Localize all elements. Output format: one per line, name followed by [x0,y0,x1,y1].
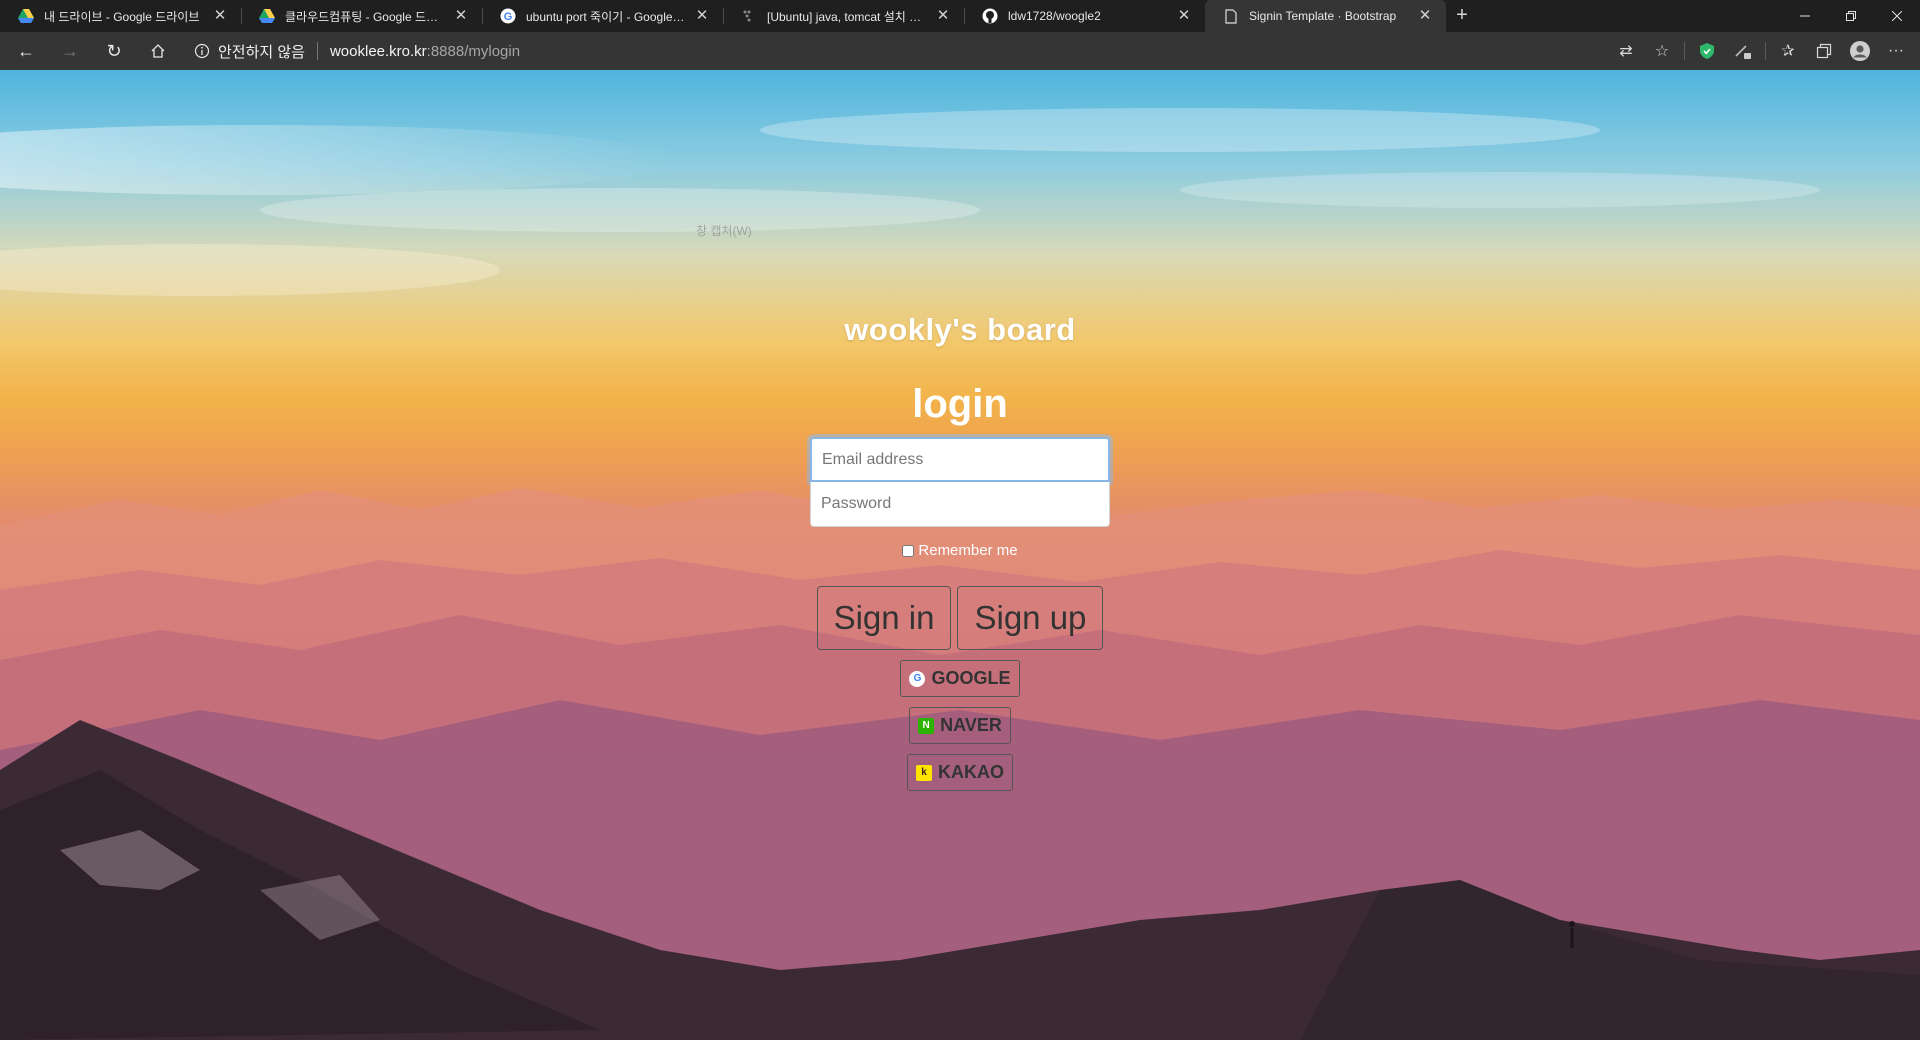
more-icon: ··· [1888,42,1904,59]
toolbar-actions: ⇄ ☆ ✰ ··· [1608,35,1914,67]
google-drive-icon [259,8,275,24]
remember-me[interactable]: Remember me [0,542,1920,559]
divider [316,42,318,60]
avatar [1850,41,1870,61]
close-icon [1892,11,1902,21]
home-icon [151,44,165,58]
tab-title: 클라우드컴퓨팅 - Google 드라이브 [285,9,446,24]
minimize-button[interactable] [1782,0,1828,32]
tab-signin-template[interactable]: Signin Template · Bootstrap ✕ [1205,0,1446,32]
settings-menu-button[interactable]: ··· [1878,35,1914,67]
kakao-login-button[interactable]: k KAKAO [907,754,1013,791]
site-brand: wookly's board [844,312,1076,347]
translate-icon: ⇄ [1619,43,1633,60]
profile-button[interactable] [1842,35,1878,67]
remember-me-label: Remember me [918,542,1018,559]
favorite-button[interactable]: ☆ [1644,35,1680,67]
google-drive-icon [18,8,34,24]
page-title: login [912,382,1008,426]
close-icon[interactable]: ✕ [452,7,470,25]
home-button[interactable] [140,35,176,67]
address-bar[interactable]: 안전하지 않음 wooklee.kro.kr:8888/mylogin [194,36,1608,66]
sign-up-button[interactable]: Sign up [957,586,1104,650]
divider [1765,42,1766,60]
refresh-icon: ↻ [106,40,122,61]
info-icon[interactable] [194,43,210,59]
close-icon[interactable]: ✕ [693,7,711,25]
password-field[interactable] [810,482,1110,527]
page-icon [1223,8,1239,24]
forward-arrow-icon: → [61,40,79,61]
tab-strip: 내 드라이브 - Google 드라이브 ✕ 클라우드컴퓨팅 - Google … [0,0,1920,32]
blog-icon [741,8,757,24]
security-status[interactable]: 안전하지 않음 [218,41,305,62]
google-icon: G [500,8,516,24]
close-icon[interactable]: ✕ [211,7,229,25]
close-icon[interactable]: ✕ [1175,7,1193,25]
close-icon[interactable]: ✕ [934,7,952,25]
sign-in-button[interactable]: Sign in [816,586,952,650]
tab-google-drive[interactable]: 내 드라이브 - Google 드라이브 ✕ [0,0,241,32]
star-icon: ☆ [1654,43,1670,60]
naver-login-button[interactable]: N NAVER [909,707,1011,744]
window-controls [1782,0,1920,32]
restore-icon [1846,11,1856,21]
extension-button[interactable] [1725,35,1761,67]
url-host: wooklee.kro.kr [329,42,427,60]
minimize-icon [1800,15,1810,17]
tab-github[interactable]: ldw1728/woogle2 ✕ [964,0,1205,32]
google-icon: G [909,670,926,687]
new-tab-button[interactable]: + [1446,0,1478,32]
kakao-login-label: KAKAO [938,762,1004,782]
google-login-button[interactable]: G GOOGLE [900,660,1020,697]
extension-icon [1735,45,1751,59]
collections-button[interactable] [1806,35,1842,67]
restore-button[interactable] [1828,0,1874,32]
back-button[interactable]: ← [8,35,44,67]
google-login-row: G GOOGLE [0,660,1920,697]
close-window-button[interactable] [1874,0,1920,32]
back-arrow-icon: ← [17,40,35,61]
tab-title: [Ubuntu] java, tomcat 설치 및 환경 [767,9,928,24]
naver-login-row: N NAVER [0,707,1920,744]
extension-shield-button[interactable] [1689,35,1725,67]
translate-button[interactable]: ⇄ [1608,35,1644,67]
svg-text:G: G [504,11,513,23]
shield-icon [1700,43,1714,59]
capture-hint: 창 캡처(W) [696,224,752,238]
refresh-button[interactable]: ↻ [96,35,132,67]
tab-title: ldw1728/woogle2 [1008,9,1101,23]
url-path: :8888/mylogin [426,42,521,60]
favorites-icon: ✰ [1781,43,1795,60]
tab-cloud-drive[interactable]: 클라우드컴퓨팅 - Google 드라이브 ✕ [241,0,482,32]
naver-icon: N [918,717,935,734]
kakao-login-row: k KAKAO [0,754,1920,791]
collections-icon [1816,43,1832,59]
tab-title: ubuntu port 죽이기 - Google 검색 [526,9,687,24]
email-field[interactable] [810,437,1110,482]
page-viewport: 창 캡처(W) wookly's board login Remember me… [0,70,1920,1040]
browser-toolbar: ← → ↻ 안전하지 않음 wooklee.kro.kr:8888/mylogi… [0,32,1920,70]
forward-button[interactable]: → [52,35,88,67]
kakao-icon: k [916,764,932,781]
tab-title: Signin Template · Bootstrap [1249,9,1397,23]
remember-me-checkbox[interactable] [902,544,915,557]
naver-login-label: NAVER [940,715,1002,735]
tab-google-search[interactable]: G ubuntu port 죽이기 - Google 검색 ✕ [482,0,723,32]
divider [1684,42,1685,60]
tab-ubuntu-blog[interactable]: [Ubuntu] java, tomcat 설치 및 환경 ✕ [723,0,964,32]
close-icon[interactable]: ✕ [1416,7,1434,25]
github-icon [982,8,998,24]
auth-buttons: Sign in Sign up [0,586,1920,650]
login-form [810,437,1110,527]
tab-title: 내 드라이브 - Google 드라이브 [44,9,200,24]
favorites-list-button[interactable]: ✰ [1770,35,1806,67]
google-login-label: GOOGLE [931,668,1011,688]
